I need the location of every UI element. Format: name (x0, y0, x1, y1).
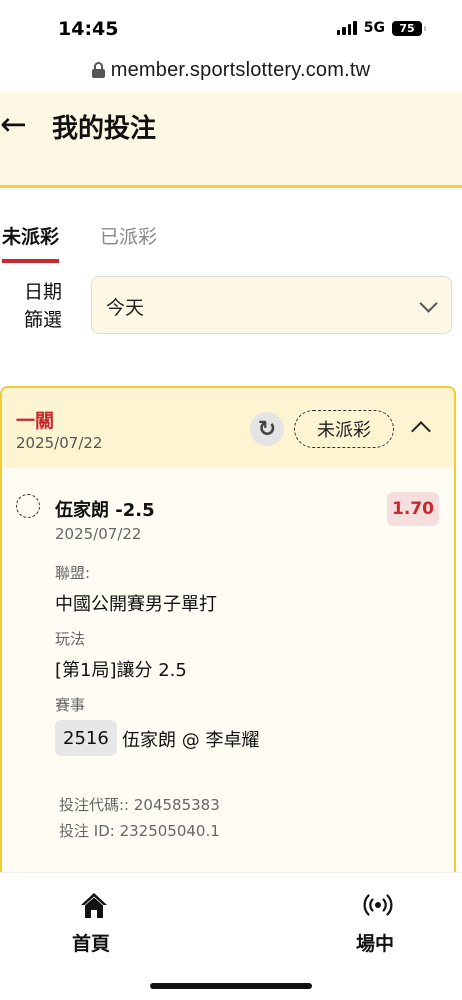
date-filter-value: 今天 (106, 297, 145, 319)
market-label: 玩法 (55, 630, 86, 648)
bottom-nav: 首頁 場中 (0, 872, 462, 1000)
league-label: 聯盟: (55, 564, 91, 582)
bet-card: 一關 2025/07/22 ↻ 未派彩 伍家朗 -2.5 1.70 2025/0… (0, 386, 456, 886)
date-filter-label: 日期篩選 (23, 281, 62, 331)
league-value: 中國公開賽男子單打 (55, 594, 217, 615)
odds-badge: 1.70 (387, 492, 439, 526)
page-title: 我的投注 (52, 114, 157, 144)
address-bar[interactable]: member.sportslottery.com.tw (0, 56, 462, 84)
nav-live-label: 場中 (356, 933, 395, 955)
url-text: member.sportslottery.com.tw (110, 58, 371, 81)
bet-card-header[interactable]: 一關 2025/07/22 ↻ 未派彩 (2, 388, 454, 468)
bet-date: 2025/07/22 (16, 434, 103, 452)
selection-status-icon (16, 494, 40, 518)
tab-settled[interactable]: 已派彩 (100, 222, 157, 249)
chevron-up-icon[interactable] (411, 421, 431, 441)
selection-name: 伍家朗 -2.5 (55, 500, 155, 521)
nav-home[interactable]: 首頁 (62, 887, 126, 957)
live-broadcast-icon (363, 894, 393, 916)
lock-icon (91, 62, 105, 78)
date-filter-select[interactable]: 今天 (91, 276, 452, 334)
status-bar: 14:45 5G 75 (0, 0, 462, 52)
market-value: [第1局]讓分 2.5 (55, 660, 187, 681)
status-indicators: 5G 75 (336, 20, 426, 36)
status-time: 14:45 (58, 18, 119, 40)
tab-unsettled[interactable]: 未派彩 (2, 222, 60, 263)
home-icon (81, 893, 107, 918)
back-arrow-icon[interactable]: ← (0, 108, 27, 140)
event-label: 賽事 (55, 696, 86, 714)
ticket-code: 投注代碼:: 204585383 (59, 796, 220, 814)
refresh-icon[interactable]: ↻ (250, 412, 284, 446)
battery-icon: 75 (392, 20, 426, 36)
nav-live[interactable]: 場中 (346, 887, 410, 957)
home-indicator[interactable] (150, 983, 312, 989)
event-code: 2516 (55, 720, 117, 756)
network-type: 5G (363, 20, 385, 36)
chevron-down-icon (419, 294, 438, 313)
signal-icon (336, 21, 357, 35)
page-header: ← 我的投注 (0, 92, 462, 188)
status-badge: 未派彩 (294, 410, 394, 448)
selection-date: 2025/07/22 (55, 525, 142, 543)
nav-home-label: 首頁 (72, 933, 111, 955)
battery-level: 75 (399, 21, 415, 35)
event-name: 伍家朗 @ 李卓耀 (122, 730, 260, 751)
bet-type: 一關 (16, 410, 55, 432)
tab-bar: 未派彩 已派彩 (0, 222, 462, 263)
ticket-id: 投注 ID: 232505040.1 (59, 822, 220, 840)
